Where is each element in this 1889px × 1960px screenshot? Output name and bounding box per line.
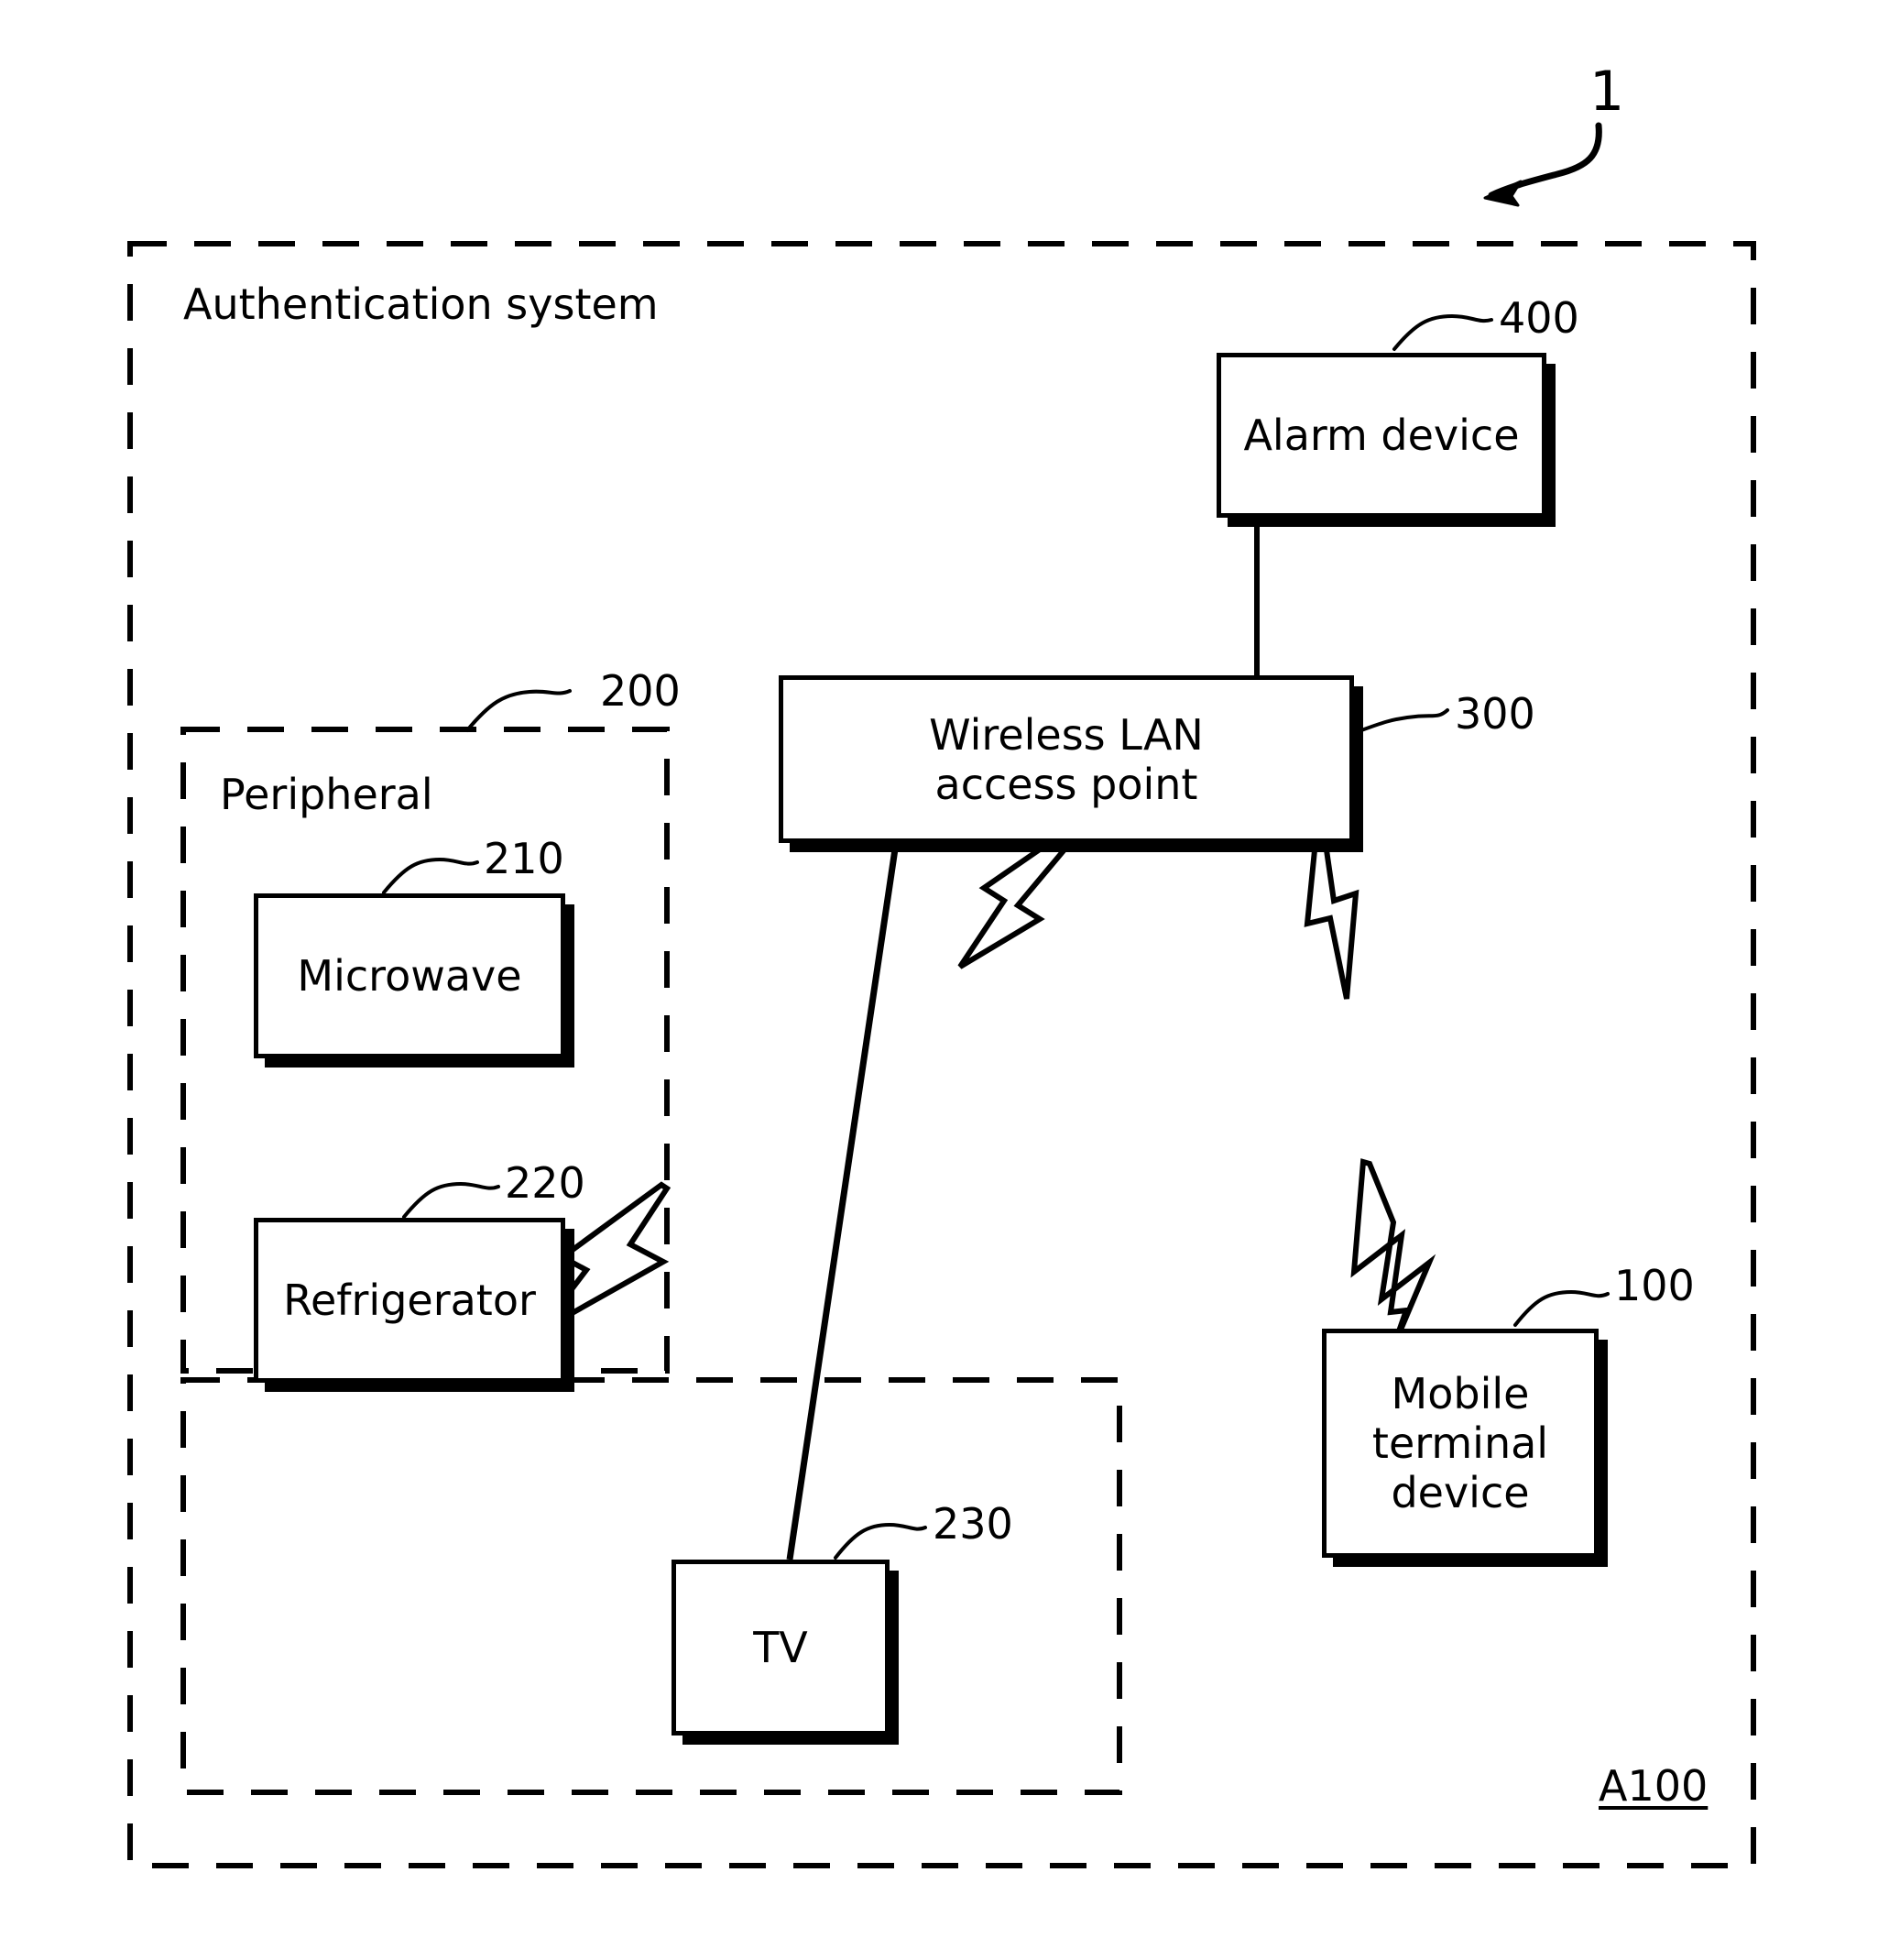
figure-ref-arrowhead — [1483, 180, 1523, 207]
mobile-ref-leader — [1513, 1289, 1610, 1327]
microwave-ref-number: 210 — [484, 834, 564, 883]
refrigerator-box[interactable]: Refrigerator — [254, 1218, 565, 1383]
fridge-ref-leader — [402, 1181, 500, 1219]
microwave-box[interactable]: Microwave — [254, 893, 565, 1058]
alarm-ref-leader — [1392, 313, 1493, 351]
alarm-device-label: Alarm device — [1243, 411, 1520, 460]
tv-label: TV — [753, 1623, 808, 1672]
wireless-lan-access-point-box[interactable]: Wireless LAN access point — [779, 675, 1354, 843]
peripheral-ref-number: 200 — [600, 666, 681, 716]
alarm-device-ref-number: 400 — [1499, 293, 1579, 343]
alarm-device-box[interactable]: Alarm device — [1217, 353, 1546, 518]
peripheral-ref-leader — [465, 689, 572, 732]
refrigerator-label: Refrigerator — [283, 1276, 536, 1325]
figure-ref-leader — [1488, 122, 1602, 199]
mobile-label-line-1: Mobile — [1391, 1369, 1530, 1418]
mobile-label-line-3: device — [1391, 1468, 1530, 1517]
tv-group-boundary — [180, 1377, 1122, 1795]
tv-box[interactable]: TV — [672, 1560, 890, 1736]
wireless-signal-mobile-icon — [1350, 1158, 1436, 1349]
mobile-label-line-2: terminal — [1371, 1418, 1549, 1468]
microwave-label: Microwave — [297, 951, 522, 1001]
tv-ref-leader — [834, 1522, 927, 1560]
patent-figure: 1 Authentication system A100 Peripheral … — [0, 0, 1889, 1960]
ap-label-line-1: Wireless LAN — [929, 709, 1204, 760]
ap-ref-number: 300 — [1455, 689, 1535, 739]
figure-ref-number: 1 — [1589, 60, 1625, 124]
tv-ref-number: 230 — [933, 1499, 1013, 1549]
wireless-signal-ap-peripheral-icon — [957, 819, 1088, 969]
refrigerator-ref-number: 220 — [505, 1158, 585, 1208]
authentication-system-label: Authentication system — [183, 279, 659, 329]
mobile-terminal-device-box[interactable]: Mobile terminal device — [1322, 1329, 1599, 1558]
microwave-ref-leader — [382, 857, 479, 894]
ap-ref-leader — [1352, 708, 1449, 735]
link-ap-to-tv — [786, 842, 900, 1560]
wireless-signal-ap-mobile-icon — [1304, 818, 1359, 1000]
peripheral-group-label: Peripheral — [220, 770, 433, 819]
system-ref-label: A100 — [1599, 1761, 1709, 1811]
ap-label-line-2: access point — [934, 759, 1198, 809]
mobile-terminal-device-ref-number: 100 — [1614, 1261, 1695, 1310]
